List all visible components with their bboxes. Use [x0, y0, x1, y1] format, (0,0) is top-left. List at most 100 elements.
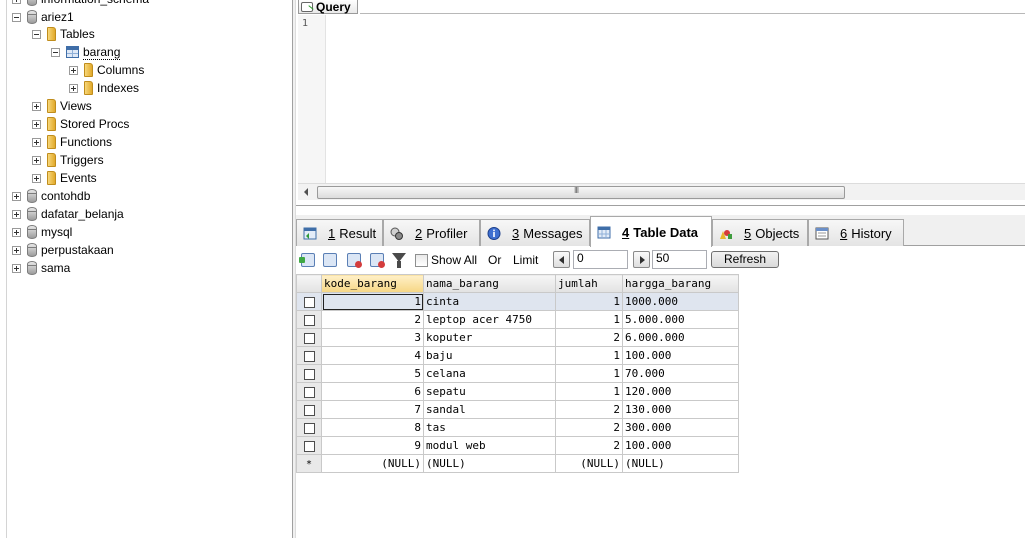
grid-cell[interactable]: 9: [321, 436, 424, 455]
row-checkbox[interactable]: [303, 440, 315, 452]
delete-row-icon[interactable]: [347, 253, 362, 268]
tree-item-triggers[interactable]: Triggers: [32, 151, 104, 169]
table-row[interactable]: 7 sandal 2 130.000: [296, 400, 739, 419]
grid-cell[interactable]: 130.000: [622, 400, 739, 419]
tree-item-contohdb[interactable]: contohdb: [12, 187, 90, 205]
expand-icon[interactable]: [32, 137, 41, 147]
column-header[interactable]: hargga_barang: [622, 274, 739, 293]
row-checkbox[interactable]: [303, 314, 315, 326]
column-header[interactable]: kode_barang: [321, 274, 424, 293]
tab-query[interactable]: Query: [298, 0, 358, 14]
grid-cell-null[interactable]: (NULL): [622, 454, 739, 473]
query-editor[interactable]: Query 1: [296, 0, 1025, 206]
tree-item-dafatar-belanja[interactable]: dafatar_belanja: [12, 205, 124, 223]
grid-cell[interactable]: leptop acer 4750: [423, 310, 556, 329]
table-row[interactable]: 8 tas 2 300.000: [296, 418, 739, 437]
column-header[interactable]: nama_barang: [423, 274, 556, 293]
tree-item-views[interactable]: Views: [32, 97, 92, 115]
tab-objects[interactable]: 5 Objects: [712, 219, 808, 246]
table-row[interactable]: 3 koputer 2 6.000.000: [296, 328, 739, 347]
grid-cell[interactable]: 5.000.000: [622, 310, 739, 329]
tree-item-sama[interactable]: sama: [12, 259, 70, 277]
row-checkbox[interactable]: [303, 332, 315, 344]
row-checkbox[interactable]: [303, 296, 315, 308]
tab-messages[interactable]: 3 Messages: [480, 219, 590, 246]
tree-item-tables[interactable]: Tables: [32, 25, 95, 43]
tab-table-data[interactable]: 4 Table Data: [590, 216, 712, 247]
row-checkbox[interactable]: [303, 368, 315, 380]
row-select-cell[interactable]: [296, 382, 322, 401]
grid-cell[interactable]: 3: [321, 328, 424, 347]
grid-cell[interactable]: 4: [321, 346, 424, 365]
expand-icon[interactable]: [12, 0, 21, 4]
tree-item-ariez1[interactable]: ariez1: [12, 8, 74, 26]
tree-item-information-schema[interactable]: information_schema: [12, 0, 149, 8]
tree-item-mysql[interactable]: mysql: [12, 223, 72, 241]
grid-cell[interactable]: celana: [423, 364, 556, 383]
collapse-icon[interactable]: [12, 12, 21, 22]
tree-item-perpustakaan[interactable]: perpustakaan: [12, 241, 114, 259]
row-select-cell[interactable]: [296, 346, 322, 365]
grid-cell[interactable]: 2: [321, 310, 424, 329]
grid-cell[interactable]: 1: [555, 382, 623, 401]
table-row[interactable]: 4 baju 1 100.000: [296, 346, 739, 365]
insert-row-icon[interactable]: [299, 253, 315, 267]
select-all-header[interactable]: [296, 274, 322, 293]
new-row[interactable]: * (NULL) (NULL) (NULL) (NULL): [296, 454, 739, 473]
grid-cell[interactable]: 1: [321, 292, 424, 311]
tab-history[interactable]: 6 History: [808, 219, 904, 246]
table-row[interactable]: 5 celana 1 70.000: [296, 364, 739, 383]
grid-cell-null[interactable]: (NULL): [423, 454, 556, 473]
scroll-left-icon[interactable]: [304, 188, 308, 196]
tab-profiler[interactable]: 2 Profiler: [383, 219, 480, 246]
table-row[interactable]: 6 sepatu 1 120.000: [296, 382, 739, 401]
filter-icon[interactable]: [392, 253, 406, 268]
row-checkbox[interactable]: [303, 386, 315, 398]
tree-item-events[interactable]: Events: [32, 169, 97, 187]
grid-cell[interactable]: koputer: [423, 328, 556, 347]
grid-cell[interactable]: 1: [555, 364, 623, 383]
grid-cell[interactable]: 100.000: [622, 436, 739, 455]
grid-cell[interactable]: baju: [423, 346, 556, 365]
collapse-icon[interactable]: [32, 29, 41, 39]
grid-cell[interactable]: 100.000: [622, 346, 739, 365]
grid-cell[interactable]: 8: [321, 418, 424, 437]
tree-item-columns[interactable]: Columns: [69, 61, 144, 79]
show-all-checkbox[interactable]: [415, 254, 428, 267]
table-row[interactable]: 9 modul web 2 100.000: [296, 436, 739, 455]
cancel-changes-icon[interactable]: [370, 253, 385, 268]
grid-cell[interactable]: 2: [555, 400, 623, 419]
grid-cell[interactable]: 6.000.000: [622, 328, 739, 347]
grid-cell[interactable]: modul web: [423, 436, 556, 455]
grid-cell[interactable]: 1: [555, 346, 623, 365]
next-page-button[interactable]: [633, 251, 650, 268]
row-select-cell[interactable]: [296, 328, 322, 347]
row-checkbox[interactable]: [303, 422, 315, 434]
expand-icon[interactable]: [69, 65, 78, 75]
previous-page-button[interactable]: [553, 251, 570, 268]
grid-cell[interactable]: 2: [555, 436, 623, 455]
grid-cell[interactable]: sandal: [423, 400, 556, 419]
grid-cell[interactable]: 5: [321, 364, 424, 383]
grid-cell[interactable]: 1: [555, 310, 623, 329]
row-select-cell[interactable]: [296, 418, 322, 437]
column-header[interactable]: jumlah: [555, 274, 623, 293]
tree-item-stored-procs[interactable]: Stored Procs: [32, 115, 129, 133]
tree-item-functions[interactable]: Functions: [32, 133, 112, 151]
grid-cell[interactable]: 2: [555, 328, 623, 347]
grid-cell-null[interactable]: (NULL): [321, 454, 424, 473]
grid-cell[interactable]: 1000.000: [622, 292, 739, 311]
expand-icon[interactable]: [32, 101, 41, 111]
row-checkbox[interactable]: [303, 404, 315, 416]
row-select-cell[interactable]: [296, 436, 322, 455]
grid-cell[interactable]: 6: [321, 382, 424, 401]
limit-count-input[interactable]: 50: [652, 250, 707, 269]
grid-cell[interactable]: 7: [321, 400, 424, 419]
show-all-label[interactable]: Show All: [431, 253, 477, 267]
collapse-icon[interactable]: [51, 47, 60, 57]
grid-cell-null[interactable]: (NULL): [555, 454, 623, 473]
expand-icon[interactable]: [12, 191, 21, 201]
grid-cell[interactable]: tas: [423, 418, 556, 437]
expand-icon[interactable]: [69, 83, 78, 93]
limit-offset-input[interactable]: 0: [573, 250, 628, 269]
